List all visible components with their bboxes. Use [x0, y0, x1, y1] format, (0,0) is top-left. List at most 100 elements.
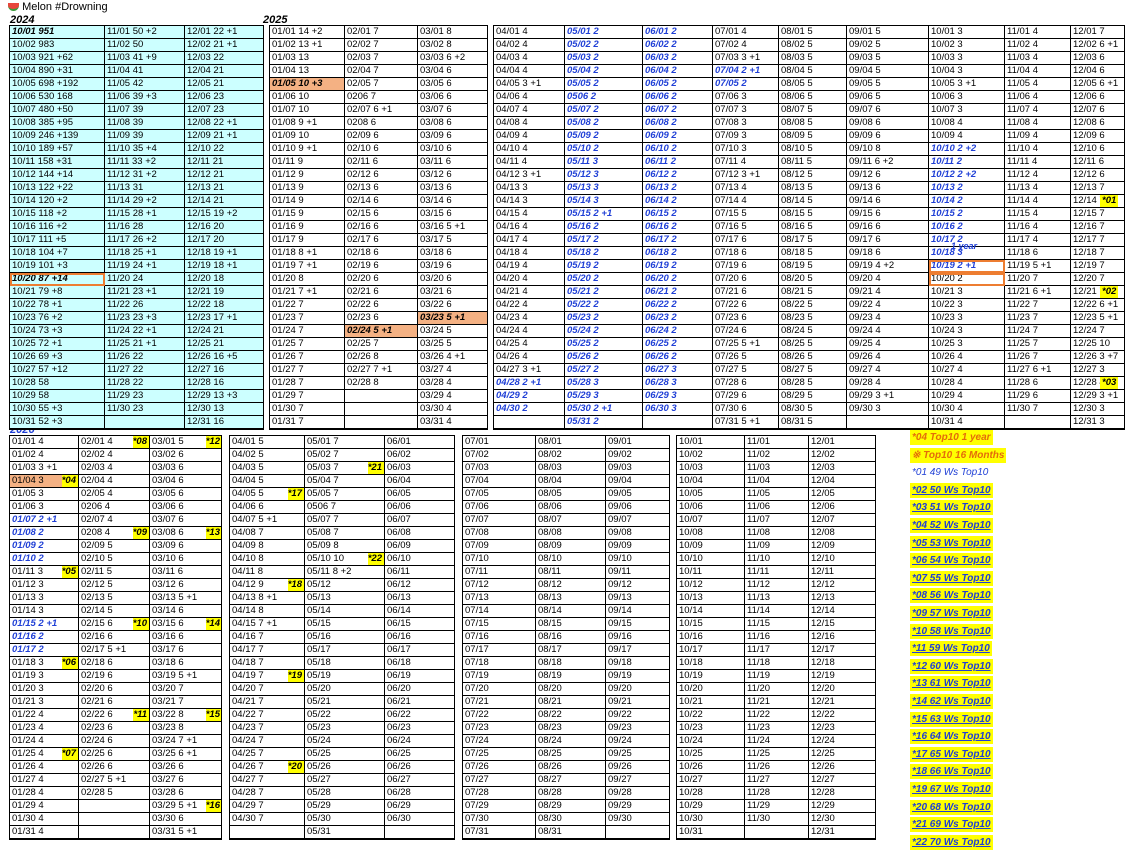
table-cell: 03/24 5 [418, 325, 487, 338]
table-cell: 04/05 5 *17 [230, 488, 305, 501]
table-cell: 09/22 [606, 709, 669, 722]
milestone-marker: *08 [132, 436, 149, 448]
table-cell: 04/10 8 [230, 553, 305, 566]
table-cell: 01/21 3 [10, 696, 79, 709]
table-cell: 10/07 [677, 514, 745, 527]
table-cell: 12/29 13 +3 [185, 390, 263, 403]
table-cell: 09/06 [606, 501, 669, 514]
table-cell: 12/16 20 [185, 221, 263, 234]
table-cell: 01/05 3 [10, 488, 79, 501]
table-cell: 01/26 4 [10, 761, 79, 774]
table-cell: 06/09 2 [643, 130, 713, 143]
table-cell: 10/28 [677, 787, 745, 800]
table-cell: 02/02 4 [79, 449, 150, 462]
table-cell: 04/26 7 *20 [230, 761, 305, 774]
table-cell: 01/12 3 [10, 579, 79, 592]
table-cell: 05/24 [305, 735, 385, 748]
table-cell: 10/27 4 [929, 364, 1005, 377]
table-cell: 06/27 3 [643, 364, 713, 377]
table-cell: 07/29 [463, 800, 536, 813]
table-cell: 08/22 5 [779, 299, 847, 312]
table-cell: 12/21 19 [185, 286, 263, 299]
milestone-marker: *20 [287, 761, 304, 773]
table-cell: 07/12 [463, 579, 536, 592]
table-cell: 11/28 22 [105, 377, 185, 390]
table-cell: 03/01 5 *12 [150, 436, 221, 449]
table-cell: 04/19 4 [494, 260, 565, 273]
table-cell: 11/18 25 +1 [105, 247, 185, 260]
table-cell: 02/01 4 *08 [79, 436, 150, 449]
table-cell: 09/09 6 [847, 130, 929, 143]
table-cell: 12/22 [809, 709, 875, 722]
table-cell: 10/18 104 +7 [10, 247, 105, 260]
table-cell: 03/30 4 [418, 403, 487, 416]
table-cell: 05/27 2 [565, 364, 643, 377]
table-cell: 09/19 4 +2 [847, 260, 929, 273]
watermelon-icon [8, 3, 19, 12]
table-cell: 05/21 [305, 696, 385, 709]
milestone-marker: *03 [1100, 377, 1119, 389]
table-cell: 04/12 9 *18 [230, 579, 305, 592]
table-cell: 10/07 480 +50 [10, 104, 105, 117]
table-cell: 12/07 6 [1071, 104, 1124, 117]
table-cell: 10/20 [677, 683, 745, 696]
table-cell: 04/24 4 [494, 325, 565, 338]
table-cell: 08/30 [536, 813, 606, 826]
table-cell: 09/11 6 +2 [847, 156, 929, 169]
table-cell: 01/11 3 *05 [10, 566, 79, 579]
table-cell: 06/26 2 [643, 351, 713, 364]
table-cell: 05/18 [305, 657, 385, 670]
table-cell: 09/23 4 [847, 312, 929, 325]
table-cell: 06/22 2 [643, 299, 713, 312]
table-cell: 09/08 [606, 527, 669, 540]
table-cell: 12/11 [809, 566, 875, 579]
table-cell: 01/09 10 [270, 130, 345, 143]
milestone-marker: *15 [205, 709, 221, 721]
table-cell: 10/17 [677, 644, 745, 657]
table-cell: 05/28 3 [565, 377, 643, 390]
table-cell [643, 416, 713, 429]
table-cell: 11/02 50 [105, 39, 185, 52]
table-cell: 11/21 [745, 696, 809, 709]
milestone-marker: *16 [205, 800, 221, 812]
table-cell: 06/21 [385, 696, 454, 709]
table-cell: 04/23 7 [230, 722, 305, 735]
table-2026-q3: 07/01 08/01 09/01 07/02 08/02 09/02 07/03 08/03… [462, 435, 670, 840]
table-cell: 08/27 [536, 774, 606, 787]
table-cell: 10/02 983 [10, 39, 105, 52]
table-cell: 12/20 7 [1071, 273, 1124, 286]
table-cell: 10/13 [677, 592, 745, 605]
table-cell: 04/12 3 +1 [494, 169, 565, 182]
legend-item: *15 63 Ws Top10 [910, 711, 993, 727]
table-cell: 12/24 [809, 735, 875, 748]
table-cell: 06/13 [385, 592, 454, 605]
table-cell: 12/26 16 +5 [185, 351, 263, 364]
legend-item: *11 59 Ws Top10 [910, 641, 992, 657]
table-cell: 11/04 4 [1005, 65, 1071, 78]
table-cell: 04/11 4 [494, 156, 565, 169]
table-cell: 08/26 5 [779, 351, 847, 364]
table-cell: 08/16 5 [779, 221, 847, 234]
table-cell: 12/14 [809, 605, 875, 618]
table-cell: 11/02 4 [1005, 39, 1071, 52]
table-cell: 01/18 8 +1 [270, 247, 345, 260]
table-cell: 02/18 6 [79, 657, 150, 670]
table-cell: 11/20 7 [1005, 273, 1071, 286]
table-cell: 08/13 [536, 592, 606, 605]
table-cell: 06/09 [385, 540, 454, 553]
legend-item: *13 61 Ws Top10 [910, 676, 993, 692]
table-cell: 08/20 [536, 683, 606, 696]
table-cell: 07/29 6 [713, 390, 779, 403]
table-cell: 11/10 4 [1005, 143, 1071, 156]
table-cell: 07/21 [463, 696, 536, 709]
table-cell: 11/22 26 [105, 299, 185, 312]
cell-value: 03/08 6 [152, 527, 184, 538]
table-cell: 05/16 2 [565, 221, 643, 234]
table-cell: 0506 7 [305, 501, 385, 514]
table-cell: 05/21 2 [565, 286, 643, 299]
table-cell: 07/04 [463, 475, 536, 488]
table-cell: 12/27 16 [185, 364, 263, 377]
table-cell: 02/21 6 [345, 286, 418, 299]
table-cell: 11/24 7 [1005, 325, 1071, 338]
milestone-marker: *18 [287, 579, 304, 591]
